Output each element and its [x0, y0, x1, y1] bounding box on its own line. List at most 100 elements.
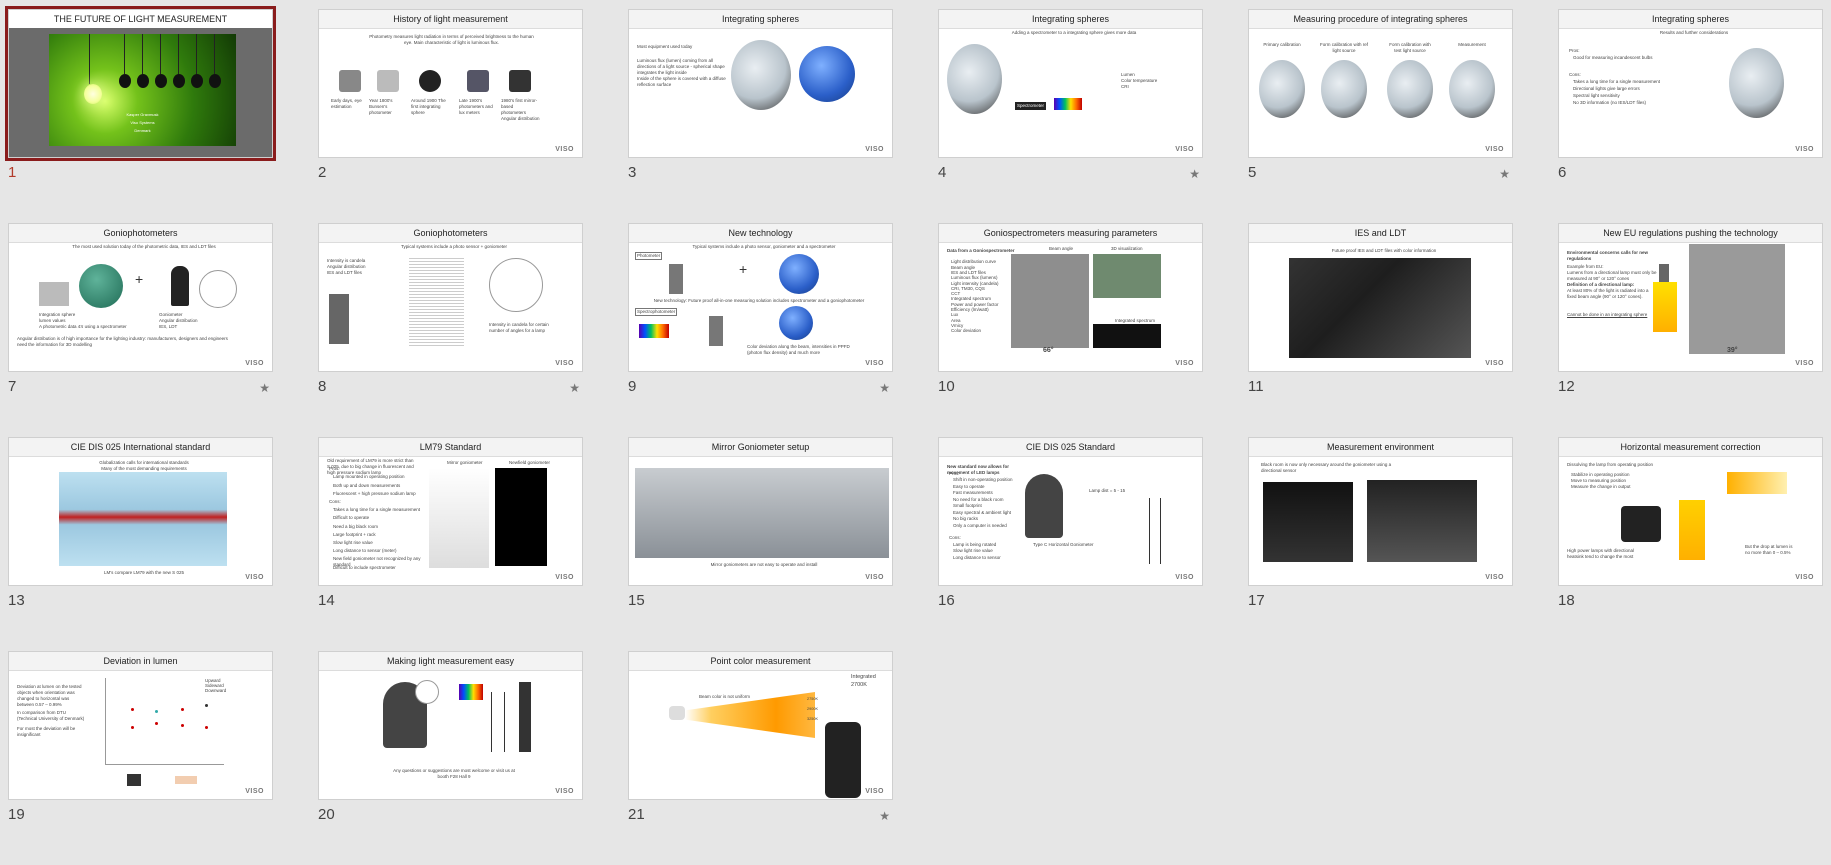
- black-room-image: [1263, 482, 1353, 562]
- slide-number: 17: [1248, 592, 1265, 609]
- slide-text: Color deviation along the beam, intensit…: [747, 344, 850, 355]
- viso-logo: VISO: [555, 574, 574, 581]
- polar-chart: [489, 258, 543, 312]
- slide-thumbnail-1[interactable]: THE FUTURE OF LIGHT MEASUREMENT Kasper Gr…: [5, 6, 276, 223]
- goniometer-image: [709, 316, 723, 346]
- bulb-cord: [124, 34, 125, 74]
- slide-preview[interactable]: CIE DIS 025 International standard VISO Gl…: [8, 437, 273, 586]
- slide-preview[interactable]: Measuring procedure of integrating spher…: [1248, 9, 1513, 158]
- slide-text: Both up and down measurements: [333, 482, 401, 488]
- slide-preview[interactable]: Integrating spheres VISO Results and furth…: [1558, 9, 1823, 158]
- slide-number: 20: [318, 806, 335, 823]
- slide-preview[interactable]: Deviation in lumen VISO Deviation at lumen…: [8, 651, 273, 800]
- viso-logo: VISO: [245, 574, 264, 581]
- slide-thumbnail-10[interactable]: Goniospectrometers measuring parameters V…: [938, 223, 1203, 437]
- cover-subtitle: Kasper Gravmusk: [126, 112, 159, 117]
- slide-thumbnail-12[interactable]: New EU regulations pushing the technolog…: [1558, 223, 1823, 437]
- slide-text: Need a big black room: [333, 523, 379, 529]
- slide-preview[interactable]: Integrating spheres VISO Adding a spectrom…: [938, 9, 1203, 158]
- slide-preview[interactable]: Horizontal measurement correction VISO Dis…: [1558, 437, 1823, 586]
- slide-text: Typical systems include a photo sensor, …: [692, 244, 836, 249]
- slide-text: Measurement: [1458, 42, 1486, 47]
- slide-preview[interactable]: LM79 Standard VISO Old requirement of LM79…: [318, 437, 583, 586]
- slide-title: Measuring procedure of integrating spher…: [1249, 10, 1512, 29]
- slide-preview[interactable]: Making light measurement easy VISO Any que…: [318, 651, 583, 800]
- slide-text: Form calibration with ref light source: [1319, 42, 1368, 53]
- data-point: [205, 726, 208, 729]
- slide-preview[interactable]: Point color measurement VISO Beam color is…: [628, 651, 893, 800]
- 3d-room-render-image: [1289, 258, 1471, 358]
- slide-preview[interactable]: Integrating spheres VISO Most equipment us…: [628, 9, 893, 158]
- slide-text: Early days, eye estimation: [331, 98, 362, 109]
- slide-preview[interactable]: CIE DIS 025 Standard VISO New standard now…: [938, 437, 1203, 586]
- transition-star-icon[interactable]: ★: [1189, 167, 1200, 181]
- slide-title: Measurement environment: [1249, 438, 1512, 457]
- slide-thumbnail-17[interactable]: Measurement environment VISO Black room is…: [1248, 437, 1513, 651]
- slide-text: Mirror goniometers are not easy to opera…: [710, 562, 818, 567]
- transition-star-icon[interactable]: ★: [879, 381, 890, 395]
- slide-preview[interactable]: Mirror Goniometer setup VISO Mirror goniom…: [628, 437, 893, 586]
- slide-text: Any questions or suggestions are most we…: [393, 768, 515, 779]
- integrating-sphere-image: [1729, 48, 1784, 118]
- slide-text: Around 1900 The first integrating sphere: [411, 98, 446, 115]
- bulb-cord: [142, 34, 143, 74]
- slide-preview[interactable]: THE FUTURE OF LIGHT MEASUREMENT Kasper Gr…: [5, 6, 276, 161]
- slide-text: Intensity in candela for certain number …: [489, 322, 549, 333]
- slide-thumbnail-13[interactable]: CIE DIS 025 International standard VISO Gl…: [8, 437, 273, 651]
- viso-logo: VISO: [1795, 146, 1814, 153]
- slide-text: A photometric data 4π using a spectromet…: [39, 324, 127, 329]
- transition-star-icon[interactable]: ★: [569, 381, 580, 395]
- slide-thumbnail-3[interactable]: Integrating spheres VISO Most equipment us…: [628, 9, 893, 223]
- slide-preview[interactable]: Goniophotometers VISO The most used soluti…: [8, 223, 273, 372]
- slide-text: For most the deviation will be insignifi…: [17, 726, 76, 737]
- slide-text: 3D visualization: [1111, 246, 1143, 251]
- slide-title: Goniophotometers: [319, 224, 582, 243]
- slide-thumbnail-9[interactable]: New technology VISO Typical systems includ…: [628, 223, 893, 437]
- transition-star-icon[interactable]: ★: [259, 381, 270, 395]
- slide-thumbnail-15[interactable]: Mirror Goniometer setup VISO Mirror goniom…: [628, 437, 893, 651]
- transition-star-icon[interactable]: ★: [1499, 167, 1510, 181]
- slide-thumbnail-7[interactable]: Goniophotometers VISO The most used soluti…: [8, 223, 273, 437]
- slide-preview[interactable]: New technology VISO Typical systems includ…: [628, 223, 893, 372]
- slide-thumbnail-2[interactable]: History of light measurement VISO Photomet…: [318, 9, 583, 223]
- slide-title: IES and LDT: [1249, 224, 1512, 243]
- slide-thumbnail-11[interactable]: IES and LDT VISO Future proof IES and LDT …: [1248, 223, 1513, 437]
- bulb-image: [669, 706, 685, 720]
- slide-text: Data from a Goniospectrometer: [947, 248, 1015, 253]
- history-device-image: [467, 70, 489, 92]
- slide-preview[interactable]: Goniophotometers VISO Typical systems incl…: [318, 223, 583, 372]
- slide-thumbnail-8[interactable]: Goniophotometers VISO Typical systems incl…: [318, 223, 583, 437]
- slide-preview[interactable]: IES and LDT VISO Future proof IES and LDT …: [1248, 223, 1513, 372]
- slide-preview[interactable]: New EU regulations pushing the technolog…: [1558, 223, 1823, 372]
- slide-text: No big racks: [953, 516, 979, 521]
- slide-title: Horizontal measurement correction: [1559, 438, 1822, 457]
- slide-text: Fast measurements: [953, 490, 993, 495]
- slide-number: 14: [318, 592, 335, 609]
- slide-thumbnail-16[interactable]: CIE DIS 025 Standard VISO New standard now…: [938, 437, 1203, 651]
- slide-title: Point color measurement: [629, 652, 892, 671]
- slide-text: Lamp dist = 5 - 15: [1089, 488, 1126, 493]
- slide-preview[interactable]: History of light measurement VISO Photomet…: [318, 9, 583, 158]
- slide-thumbnail-20[interactable]: Making light measurement easy VISO Any que…: [318, 651, 583, 865]
- slide-thumbnail-14[interactable]: LM79 Standard VISO Old requirement of LM79…: [318, 437, 583, 651]
- slide-thumbnail-19[interactable]: Deviation in lumen VISO Deviation at lumen…: [8, 651, 273, 865]
- slide-text: CRI: [1121, 84, 1129, 89]
- slide-thumbnail-18[interactable]: Horizontal measurement correction VISO Dis…: [1558, 437, 1823, 651]
- slide-text: Difficult to operate: [333, 515, 370, 521]
- transition-star-icon[interactable]: ★: [879, 809, 890, 823]
- slide-preview[interactable]: Measurement environment VISO Black room is…: [1248, 437, 1513, 586]
- slide-thumbnail-4[interactable]: Integrating spheres VISO Adding a spectrom…: [938, 9, 1203, 223]
- slide-title: THE FUTURE OF LIGHT MEASUREMENT: [9, 10, 272, 28]
- bulb-icon: [84, 84, 102, 104]
- bulb-icon: [137, 74, 149, 88]
- slide-thumbnail-6[interactable]: Integrating spheres VISO Results and furth…: [1558, 9, 1823, 223]
- slide-text: Slow light rise value: [953, 548, 993, 553]
- slide-text: Takes a long time for a single measureme…: [1573, 79, 1661, 84]
- slide-thumbnail-5[interactable]: Measuring procedure of integrating spher…: [1248, 9, 1513, 223]
- integrating-sphere-image: [947, 44, 1002, 114]
- slide-text: LM's compare LM79 with the new S 025: [104, 570, 184, 575]
- slide-text: Pros:: [949, 470, 960, 476]
- bulb-icon: [155, 74, 167, 88]
- slide-thumbnail-21[interactable]: Point color measurement VISO Beam color is…: [628, 651, 893, 865]
- slide-preview[interactable]: Goniospectrometers measuring parameters V…: [938, 223, 1203, 372]
